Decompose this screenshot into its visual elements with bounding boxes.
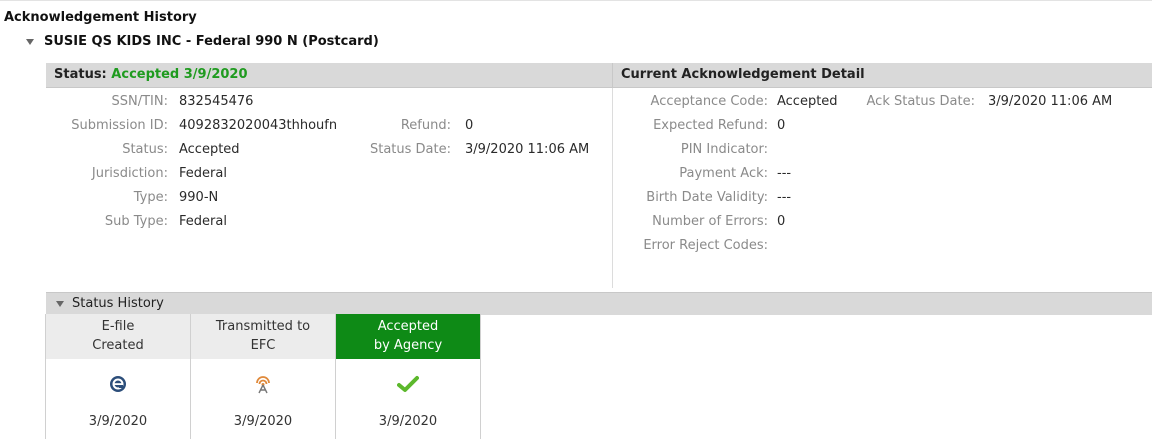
status-value: Accepted (179, 142, 240, 157)
sub-type-value: Federal (179, 214, 227, 229)
jurisdiction-label: Jurisdiction: (91, 166, 168, 181)
return-group-title: SUSIE QS KIDS INC - Federal 990 N (Postc… (44, 34, 379, 49)
history-step-date: 3/9/2020 (88, 414, 148, 429)
history-step-date: 3/9/2020 (378, 414, 438, 429)
payment-ack-value: --- (777, 166, 792, 181)
status-date-label: Status Date: (369, 142, 451, 157)
status-label: Status: (122, 142, 168, 157)
status-history-title: Status History (72, 296, 164, 311)
submission-id-label: Submission ID: (71, 118, 168, 133)
type-value: 990-N (179, 190, 219, 205)
top-border (0, 0, 1152, 4)
status-date-value: 3/9/2020 11:06 AM (465, 142, 590, 157)
ack-detail-panel: Acceptance Code: Accepted Ack Status Dat… (612, 88, 1152, 288)
submission-id-value: 4092832020043thhoufn (179, 118, 338, 133)
number-of-errors-value: 0 (777, 214, 786, 229)
jurisdiction-value: Federal (179, 166, 227, 181)
birth-date-validity-value: --- (777, 190, 792, 205)
history-step-efile-created: E-file Created 3/9/2020 (45, 314, 191, 439)
expected-refund-value: 0 (777, 118, 786, 133)
pin-indicator-label: PIN Indicator: (680, 142, 768, 157)
page-title: Acknowledgement History (4, 10, 197, 25)
refund-value: 0 (465, 118, 474, 133)
sub-type-label: Sub Type: (104, 214, 168, 229)
status-history-steps: E-file Created 3/9/2020 Transmitted to E… (45, 314, 481, 439)
status-summary: Status: Accepted 3/9/2020 (54, 67, 248, 82)
number-of-errors-label: Number of Errors: (652, 214, 768, 229)
history-step-transmitted: Transmitted to EFC 3/9/2020 (190, 314, 336, 439)
acceptance-code-value: Accepted (777, 94, 838, 109)
history-step-accepted: Accepted by Agency 3/9/2020 (335, 314, 481, 439)
payment-ack-label: Payment Ack: (679, 166, 768, 181)
error-reject-codes-label: Error Reject Codes: (643, 238, 768, 253)
return-group-header[interactable]: SUSIE QS KIDS INC - Federal 990 N (Postc… (26, 34, 379, 49)
refund-label: Refund: (400, 118, 451, 133)
transmit-antenna-icon (253, 375, 273, 399)
status-panel-header: Status: Accepted 3/9/2020 (46, 63, 612, 88)
history-step-caption: Accepted by Agency (336, 314, 480, 359)
status-panel: SSN/TIN: 832545476 Submission ID: 409283… (46, 88, 612, 288)
ack-detail-header: Current Acknowledgement Detail (612, 63, 1152, 88)
status-history-header[interactable]: Status History (46, 292, 1152, 315)
type-label: Type: (133, 190, 168, 205)
history-step-date: 3/9/2020 (233, 414, 293, 429)
history-step-caption: Transmitted to EFC (191, 314, 335, 359)
checkmark-icon (397, 375, 419, 397)
ssn-tin-label: SSN/TIN: (111, 94, 169, 109)
efile-e-icon (109, 375, 127, 397)
history-step-caption: E-file Created (46, 314, 190, 359)
ack-status-date-label: Ack Status Date: (866, 94, 975, 109)
collapse-caret-icon[interactable] (56, 301, 64, 307)
acceptance-code-label: Acceptance Code: (650, 94, 768, 109)
expected-refund-label: Expected Refund: (653, 118, 768, 133)
ack-detail-title: Current Acknowledgement Detail (621, 67, 865, 82)
collapse-caret-icon[interactable] (26, 38, 34, 45)
birth-date-validity-label: Birth Date Validity: (646, 190, 768, 205)
ack-status-date-value: 3/9/2020 11:06 AM (988, 94, 1113, 109)
status-summary-value: Accepted 3/9/2020 (111, 67, 248, 82)
ssn-tin-value: 832545476 (179, 94, 254, 109)
